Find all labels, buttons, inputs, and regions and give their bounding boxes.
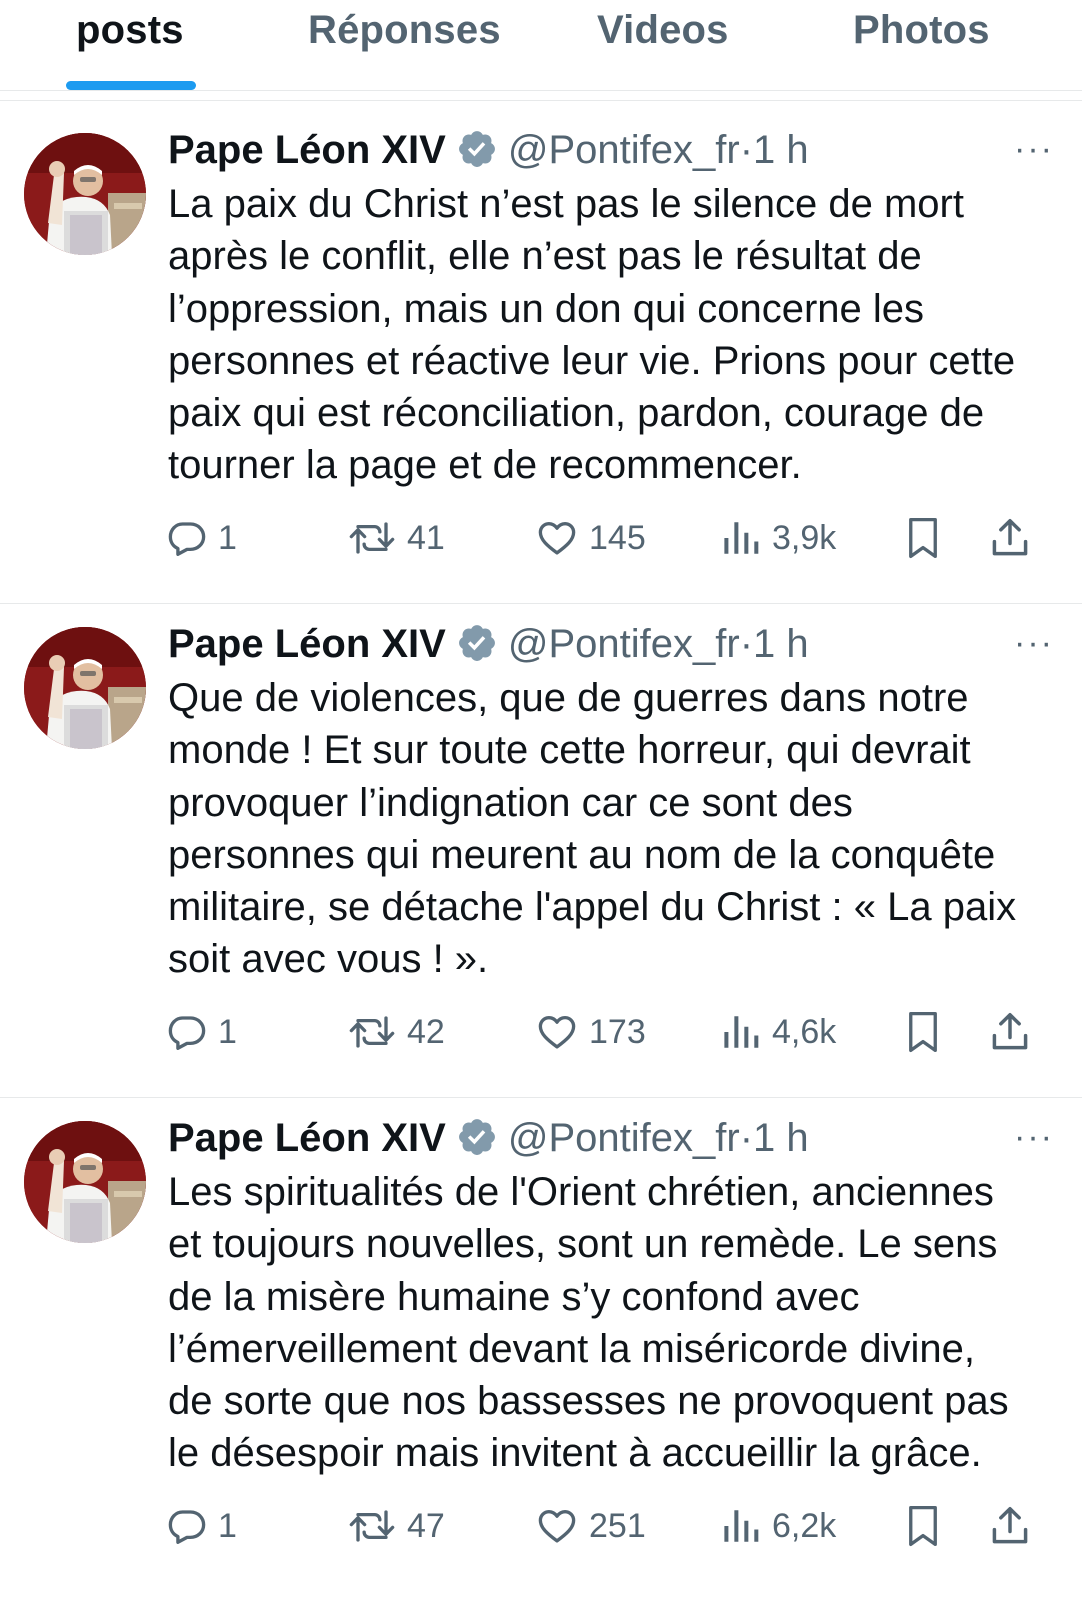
time-separator: · [739,1116,754,1160]
post-header: Pape Léon XIV @Pontifex_fr·1 h [168,618,809,670]
share-icon [992,1507,1028,1544]
author-handle[interactable]: @Pontifex_fr [508,1116,740,1160]
active-tab-indicator [66,81,196,90]
post[interactable]: Pape Léon XIV @Pontifex_fr·1 h ··· Que de… [0,594,1082,1098]
author-handle[interactable]: @Pontifex_fr [508,622,740,666]
verified-badge-icon [458,131,495,167]
share-button[interactable] [988,1004,1032,1060]
avatar[interactable] [24,1121,146,1243]
post-actions: 1 47 251 6,2k [0,1498,1082,1554]
like-count: 173 [589,1012,646,1051]
bookmark-icon [909,1505,937,1547]
repost-button[interactable]: 42 [347,1004,445,1060]
more-options-icon[interactable]: ··· [1014,1118,1054,1157]
post-time[interactable]: 1 h [753,622,809,666]
like-count: 251 [589,1506,646,1545]
post-actions: 1 42 173 4,6k [0,1004,1082,1060]
repost-button[interactable]: 47 [347,1498,445,1554]
like-icon [538,1509,576,1543]
bookmark-button[interactable] [902,510,944,566]
tab-replies[interactable]: Réponses [308,8,501,53]
profile-tabs: posts Réponses Videos Photos [0,0,1082,91]
verified-badge-icon [458,625,495,661]
more-options-icon[interactable]: ··· [1014,624,1054,663]
like-count: 145 [589,518,646,557]
like-icon [538,521,576,555]
time-separator: · [739,622,754,666]
like-icon [538,1015,576,1049]
tab-posts[interactable]: posts [76,8,184,53]
tab-videos[interactable]: Videos [597,8,729,53]
like-button[interactable]: 173 [535,1004,646,1060]
repost-count: 42 [407,1012,445,1051]
post-header: Pape Léon XIV @Pontifex_fr·1 h [168,1112,809,1164]
repost-count: 47 [407,1506,445,1545]
bookmark-icon [909,517,937,559]
post-text: La paix du Christ n’est pas le silence d… [168,182,1016,488]
author-handle[interactable]: @Pontifex_fr [508,128,740,172]
bookmark-icon [909,1011,937,1053]
post-text: Que de violences, que de guerres dans no… [168,676,1017,982]
post-time[interactable]: 1 h [753,1116,809,1160]
tab-photos[interactable]: Photos [853,8,990,53]
views-count: 4,6k [772,1012,837,1051]
time-separator: · [739,128,754,172]
reply-button[interactable]: 1 [166,1498,237,1554]
author-name[interactable]: Pape Léon XIV [168,622,446,666]
reply-icon [168,1510,206,1544]
reply-icon [168,522,206,556]
reply-icon [168,1016,206,1050]
like-button[interactable]: 145 [535,510,646,566]
reply-count: 1 [218,1506,237,1545]
repost-icon [349,1510,395,1542]
views-icon [724,1510,759,1542]
views-icon [724,522,759,554]
views-count: 3,9k [772,518,837,557]
post-time[interactable]: 1 h [753,128,809,172]
post[interactable]: Pape Léon XIV @Pontifex_fr·1 h ··· Les sp… [0,1088,1082,1592]
reply-count: 1 [218,1012,237,1051]
repost-icon [349,522,395,554]
views-button[interactable]: 4,6k [720,1004,836,1060]
more-options-icon[interactable]: ··· [1014,130,1054,169]
views-icon [724,1016,759,1048]
verified-badge-icon [458,1119,495,1155]
author-name[interactable]: Pape Léon XIV [168,1116,446,1160]
post-header: Pape Léon XIV @Pontifex_fr·1 h [168,124,809,176]
avatar[interactable] [24,133,146,255]
post-text: Les spiritualités de l'Orient chrétien, … [168,1170,1009,1476]
reply-count: 1 [218,518,237,557]
avatar[interactable] [24,627,146,749]
repost-count: 41 [407,518,445,557]
like-button[interactable]: 251 [535,1498,646,1554]
share-icon [992,1013,1028,1050]
author-name[interactable]: Pape Léon XIV [168,128,446,172]
bookmark-button[interactable] [902,1498,944,1554]
share-icon [992,519,1028,556]
repost-button[interactable]: 41 [347,510,445,566]
views-button[interactable]: 6,2k [720,1498,836,1554]
bookmark-button[interactable] [902,1004,944,1060]
views-count: 6,2k [772,1506,837,1545]
reply-button[interactable]: 1 [166,1004,237,1060]
post[interactable]: Pape Léon XIV @Pontifex_fr·1 h ··· La pai… [0,100,1082,604]
repost-icon [349,1016,395,1048]
views-button[interactable]: 3,9k [720,510,836,566]
reply-button[interactable]: 1 [166,510,237,566]
share-button[interactable] [988,1498,1032,1554]
post-actions: 1 41 145 3,9k [0,510,1082,566]
share-button[interactable] [988,510,1032,566]
